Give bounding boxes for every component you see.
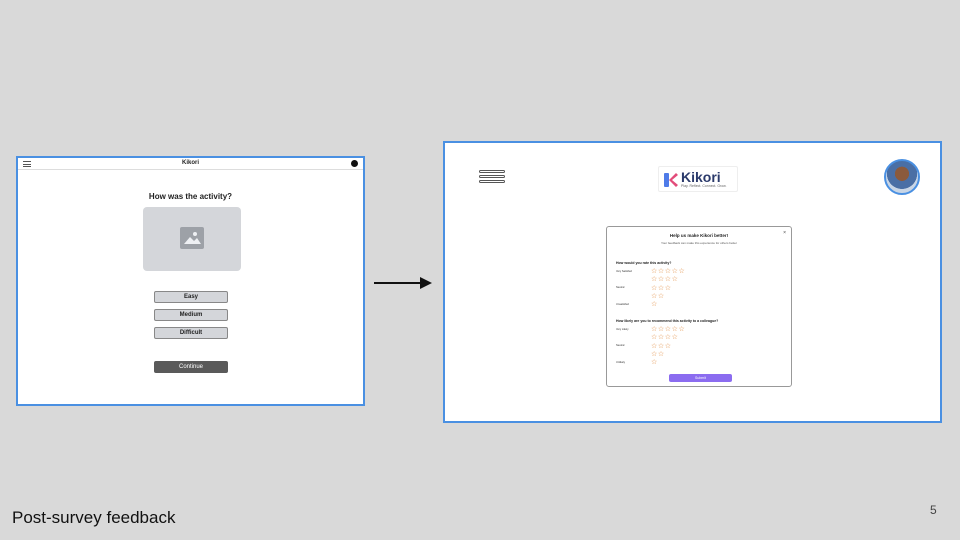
kikori-logo: Kikori Play. Reflect. Connect. Grow. xyxy=(658,166,738,192)
option-easy-button[interactable]: Easy xyxy=(154,291,228,303)
mockup-high-fidelity: Kikori Play. Reflect. Connect. Grow. × H… xyxy=(443,141,942,423)
brand-name: Kikori xyxy=(681,169,721,185)
satisfaction-row-label: Unsatisfied xyxy=(616,302,629,306)
modal-title: Help us make Kikori better! xyxy=(669,233,729,238)
option-medium-button[interactable]: Medium xyxy=(154,309,228,321)
activity-question: How was the activity? xyxy=(148,192,233,201)
satisfaction-row-label: Very Satisfied xyxy=(616,269,632,273)
modal-subtitle: Your feedback can make this experience f… xyxy=(661,241,737,245)
recommend-row-label: Unlikely xyxy=(616,360,626,364)
feedback-modal: × Help us make Kikori better! Your feedb… xyxy=(606,226,792,387)
transition-arrow-icon xyxy=(374,277,432,289)
slide-caption: Post-survey feedback xyxy=(12,508,176,527)
menu-icon[interactable] xyxy=(479,170,505,188)
satisfaction-star-rating[interactable]: ☆☆ xyxy=(651,293,665,300)
recommend-star-rating[interactable]: ☆☆☆☆☆ xyxy=(651,326,685,333)
kikori-k-icon xyxy=(664,173,678,187)
recommend-star-rating[interactable]: ☆ xyxy=(651,359,658,366)
satisfaction-star-rating[interactable]: ☆☆☆☆ xyxy=(651,276,679,283)
satisfaction-star-rating[interactable]: ☆☆☆☆☆ xyxy=(651,268,685,275)
submit-button[interactable]: Submit xyxy=(669,374,732,382)
image-placeholder-icon xyxy=(180,227,204,249)
satisfaction-row-label: Neutral xyxy=(616,286,625,290)
brand-tagline: Play. Reflect. Connect. Grow. xyxy=(681,184,727,188)
recommend-star-rating[interactable]: ☆☆☆☆ xyxy=(651,334,679,341)
recommend-star-rating[interactable]: ☆☆☆ xyxy=(651,343,672,350)
app-title: Kikori xyxy=(181,160,199,166)
satisfaction-star-rating[interactable]: ☆☆☆ xyxy=(651,285,672,292)
rating-question: How would you rate this activity? xyxy=(616,261,672,265)
image-placeholder xyxy=(143,207,241,271)
option-difficult-button[interactable]: Difficult xyxy=(154,327,228,339)
satisfaction-star-rating[interactable]: ☆ xyxy=(651,301,658,308)
profile-dot-icon[interactable] xyxy=(351,160,358,167)
recommend-question: How likely are you to recommend this act… xyxy=(616,319,719,323)
avatar[interactable] xyxy=(884,159,920,195)
top-bar: Kikori xyxy=(18,158,363,170)
recommend-row-label: Neutral xyxy=(616,344,625,348)
recommend-star-rating[interactable]: ☆☆ xyxy=(651,351,665,358)
continue-button[interactable]: Continue xyxy=(154,361,228,373)
recommend-row-label: Very Likely xyxy=(616,327,629,331)
wireframe-low-fidelity: Kikori How was the activity? Easy Medium… xyxy=(16,156,365,406)
page-number: 5 xyxy=(930,503,937,517)
